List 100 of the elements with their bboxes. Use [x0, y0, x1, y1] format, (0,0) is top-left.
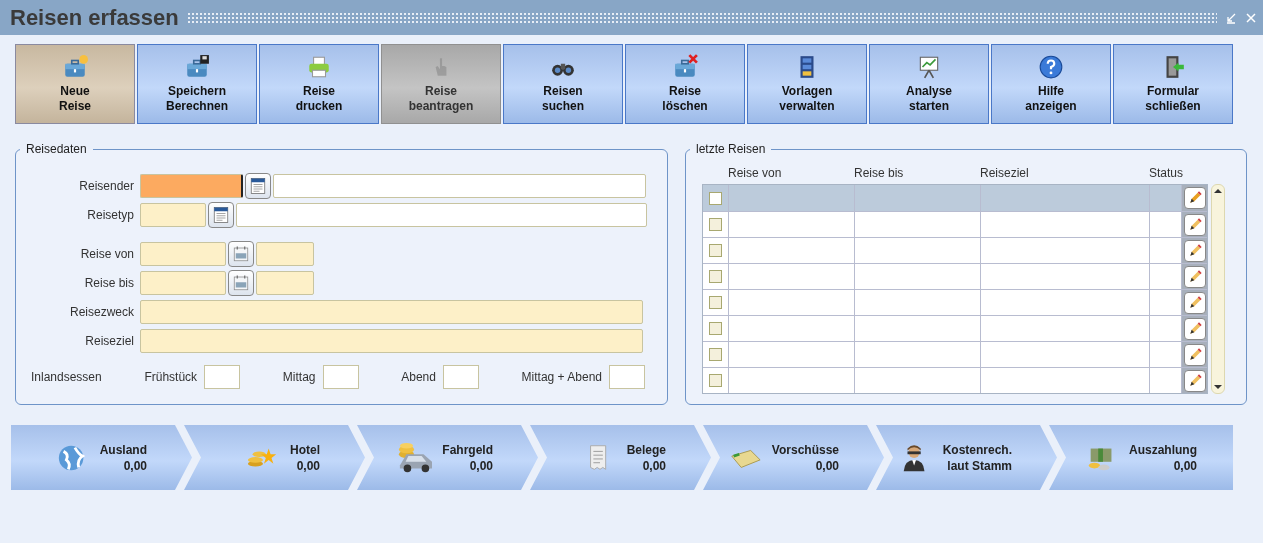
edit-button[interactable] — [1181, 342, 1207, 367]
toolbar-button[interactable]: Reise drucken — [259, 44, 379, 124]
lookup-button[interactable] — [245, 173, 271, 199]
row-checkbox[interactable] — [709, 244, 722, 257]
field-label: Reise bis — [83, 276, 135, 290]
table-row[interactable] — [703, 341, 1207, 367]
description-field[interactable] — [273, 174, 646, 198]
step-tab[interactable]: Vorschüsse 0,00 — [703, 425, 884, 490]
briefcase-star-icon — [62, 54, 88, 80]
table-row[interactable] — [703, 237, 1207, 263]
meal-count-field[interactable] — [442, 365, 479, 389]
text-field[interactable] — [140, 300, 643, 324]
field-label: Reisetyp — [86, 208, 135, 222]
step-amount: 0,00 — [123, 458, 147, 473]
toolbar-button[interactable]: Hilfe anzeigen — [991, 44, 1111, 124]
briefcase-disk-icon — [184, 54, 210, 80]
row-checkbox[interactable] — [709, 374, 722, 387]
step-tab[interactable]: Hotel 0,00 — [184, 425, 365, 490]
calendar-icon — [232, 245, 250, 263]
meal-label: Abend — [401, 370, 436, 384]
table-row[interactable] — [703, 367, 1207, 393]
toolbar-button[interactable]: Vorlagen verwalten — [747, 44, 867, 124]
meal-count-field[interactable] — [204, 365, 241, 389]
lookup-button[interactable] — [208, 202, 234, 228]
meal-label: Mittag + Abend — [521, 370, 602, 384]
step-tab[interactable]: Kostenrech. laut Stamm — [876, 425, 1057, 490]
edit-button[interactable] — [1181, 264, 1207, 289]
printer-icon — [306, 54, 332, 80]
text-field[interactable] — [140, 329, 643, 353]
calendar-button[interactable] — [228, 241, 254, 267]
table-row[interactable] — [703, 289, 1207, 315]
step-title: Belege — [626, 442, 666, 457]
panel-legend: letzte Reisen — [690, 142, 772, 156]
table-row[interactable] — [703, 263, 1207, 289]
field-label: Reisender — [78, 179, 135, 193]
column-header: Status — [1149, 166, 1184, 180]
scrollbar[interactable] — [1211, 184, 1225, 394]
edit-button[interactable] — [1181, 316, 1207, 341]
step-amount: 0,00 — [1173, 458, 1197, 473]
toolbar-button[interactable]: Neue Reise — [15, 44, 135, 124]
meals-label: Inlandsessen — [31, 370, 102, 384]
window-title: Reisen erfassen — [10, 4, 179, 31]
table-row[interactable] — [703, 315, 1207, 341]
meal-label: Frühstück — [144, 370, 198, 384]
meal-label: Mittag — [282, 370, 316, 384]
step-title: Fahrgeld — [442, 442, 493, 457]
step-amount: 0,00 — [815, 458, 839, 473]
step-title: Hotel — [290, 442, 320, 457]
scroll-up-icon[interactable] — [1213, 187, 1223, 195]
toolbar-button[interactable]: Formular schließen — [1113, 44, 1233, 124]
step-title: Vorschüsse — [771, 442, 839, 457]
table-row[interactable] — [703, 185, 1207, 211]
edit-button[interactable] — [1181, 238, 1207, 263]
date-field[interactable] — [140, 242, 226, 266]
row-checkbox[interactable] — [709, 218, 722, 231]
column-header: Reise bis — [854, 166, 904, 180]
row-checkbox[interactable] — [709, 322, 722, 335]
meal-count-field[interactable] — [322, 365, 359, 389]
description-field[interactable] — [236, 203, 647, 227]
close-icon[interactable] — [1245, 11, 1257, 24]
time-field[interactable] — [256, 242, 314, 266]
edit-button[interactable] — [1181, 185, 1207, 211]
code-field[interactable] — [140, 174, 243, 198]
field-label: Reisezweck — [68, 305, 135, 319]
edit-button[interactable] — [1181, 368, 1207, 393]
row-checkbox[interactable] — [709, 191, 722, 205]
edit-button[interactable] — [1181, 290, 1207, 315]
step-title: Auszahlung — [1129, 442, 1197, 457]
calendar-button[interactable] — [228, 270, 254, 296]
step-amount: 0,00 — [296, 458, 320, 473]
coins-car-icon — [398, 441, 433, 474]
time-field[interactable] — [256, 271, 314, 295]
toolbar-button[interactable]: Speichern Berechnen — [137, 44, 257, 124]
edit-button[interactable] — [1181, 212, 1207, 237]
panel-legend: Reisedaten — [20, 142, 93, 156]
briefcase-delete-icon — [672, 54, 698, 80]
step-tab[interactable]: Auszahlung 0,00 — [1049, 425, 1233, 490]
step-tab[interactable]: Ausland 0,00 — [11, 425, 192, 490]
step-title: Kostenrech. — [942, 442, 1012, 457]
step-tab[interactable]: Fahrgeld 0,00 — [357, 425, 538, 490]
step-amount: 0,00 — [642, 458, 666, 473]
date-field[interactable] — [140, 271, 226, 295]
step-tab[interactable]: Belege 0,00 — [530, 425, 711, 490]
table-row[interactable] — [703, 211, 1207, 237]
row-checkbox[interactable] — [709, 348, 722, 361]
field-label: Reise von — [79, 247, 135, 261]
row-checkbox[interactable] — [709, 270, 722, 283]
toolbar-button[interactable]: Reisen suchen — [503, 44, 623, 124]
code-field[interactable] — [140, 203, 206, 227]
row-checkbox[interactable] — [709, 296, 722, 309]
step-amount: laut Stamm — [947, 458, 1012, 473]
toolbar-button[interactable]: Analyse starten — [869, 44, 989, 124]
toolbar-button[interactable]: Reise löschen — [625, 44, 745, 124]
restore-icon[interactable] — [1225, 11, 1237, 24]
scroll-down-icon[interactable] — [1213, 383, 1223, 391]
calendar-icon — [232, 274, 250, 292]
meal-count-field[interactable] — [609, 365, 645, 389]
help-icon — [1038, 54, 1064, 80]
field-label: Reiseziel — [84, 334, 135, 348]
list-icon — [212, 206, 230, 224]
